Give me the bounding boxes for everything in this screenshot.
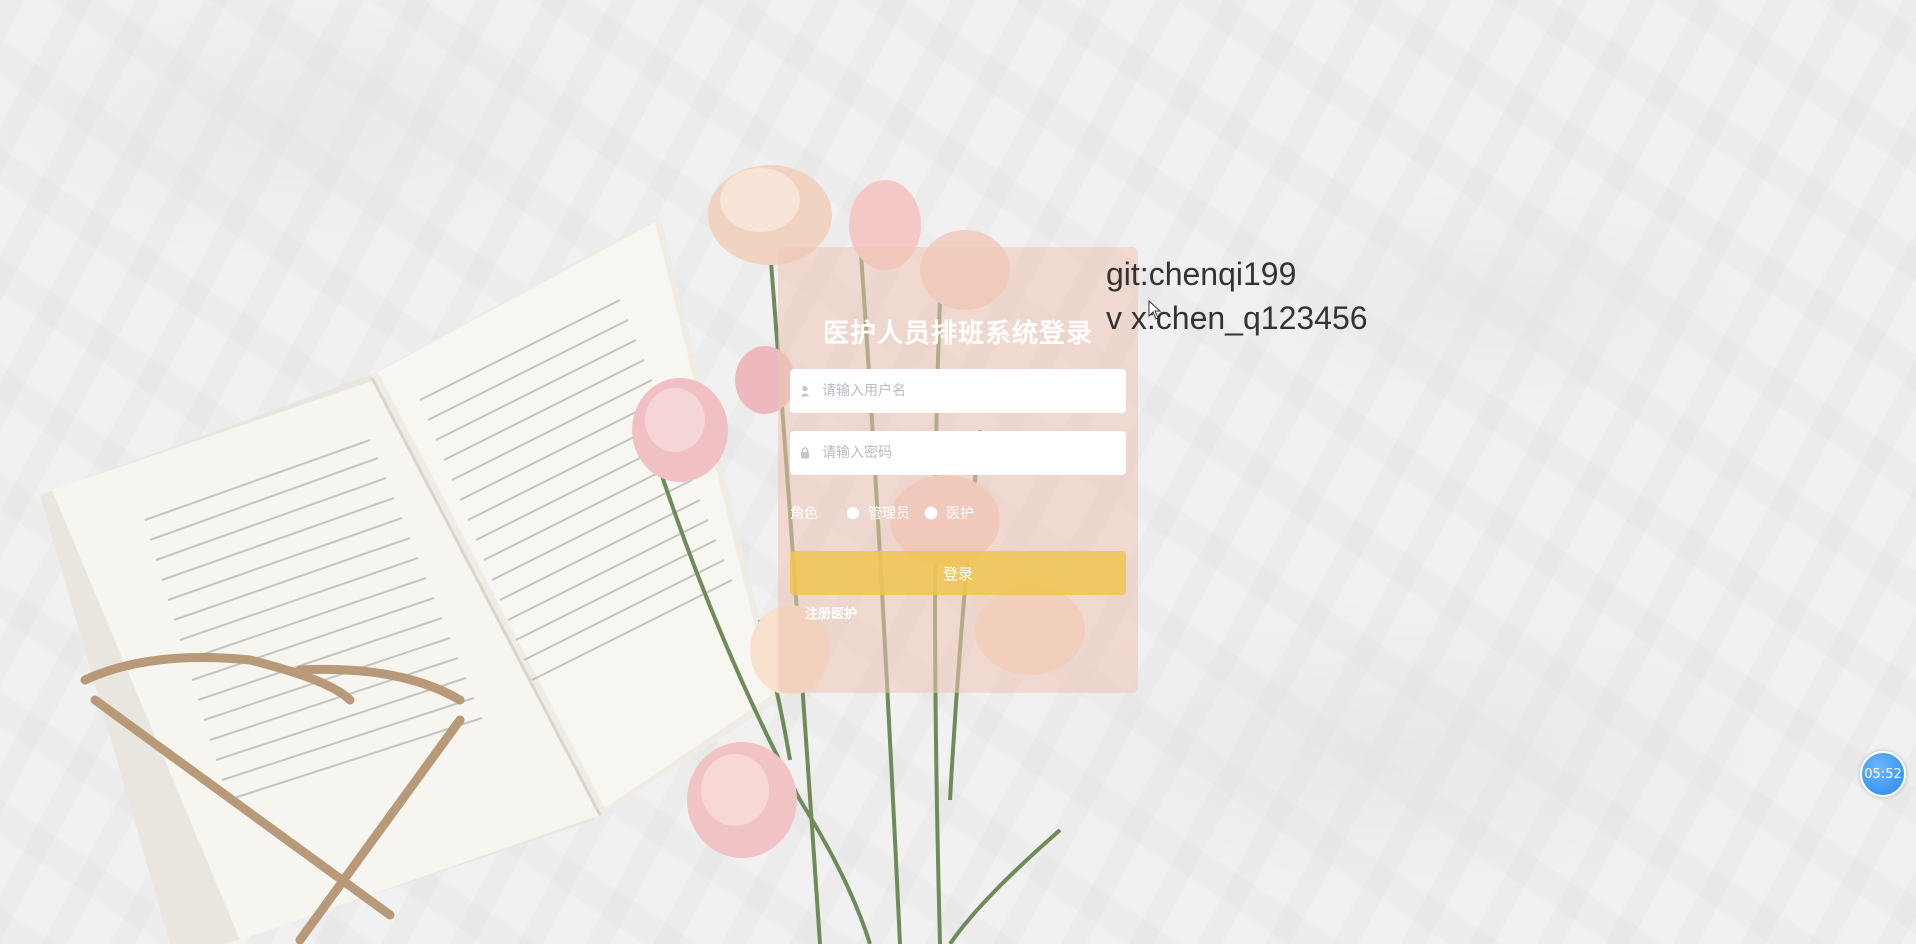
role-radio-medical[interactable]: 医护: [924, 503, 974, 523]
lock-icon: [790, 447, 820, 459]
mouse-cursor-icon: [1148, 299, 1162, 324]
radio-circle[interactable]: [846, 506, 860, 520]
password-input[interactable]: [820, 432, 1126, 474]
register-link[interactable]: 注册医护: [805, 603, 857, 622]
password-field[interactable]: [790, 431, 1126, 475]
login-title: 医护人员排班系统登录: [822, 319, 1093, 349]
login-card: 医护人员排班系统登录 角色 管理员: [778, 247, 1138, 693]
user-icon: [790, 385, 820, 397]
login-page: 医护人员排班系统登录 角色 管理员: [0, 0, 1916, 944]
radio-circle[interactable]: [924, 506, 938, 520]
role-label: 角色: [790, 506, 818, 522]
floating-timer-button[interactable]: 05:52: [1860, 751, 1906, 797]
role-radio-admin[interactable]: 管理员: [846, 503, 910, 523]
role-selector: 角色 管理员 医护: [790, 501, 988, 525]
role-option-label: 医护: [946, 506, 974, 522]
git-note: git:chenqi199: [1106, 256, 1297, 292]
wechat-note: v x:chen_q123456: [1106, 300, 1368, 336]
username-input[interactable]: [820, 370, 1126, 412]
open-book-illustration: [40, 215, 780, 944]
login-button[interactable]: 登录: [790, 551, 1126, 595]
username-field[interactable]: [790, 369, 1126, 413]
role-option-label: 管理员: [868, 506, 910, 522]
